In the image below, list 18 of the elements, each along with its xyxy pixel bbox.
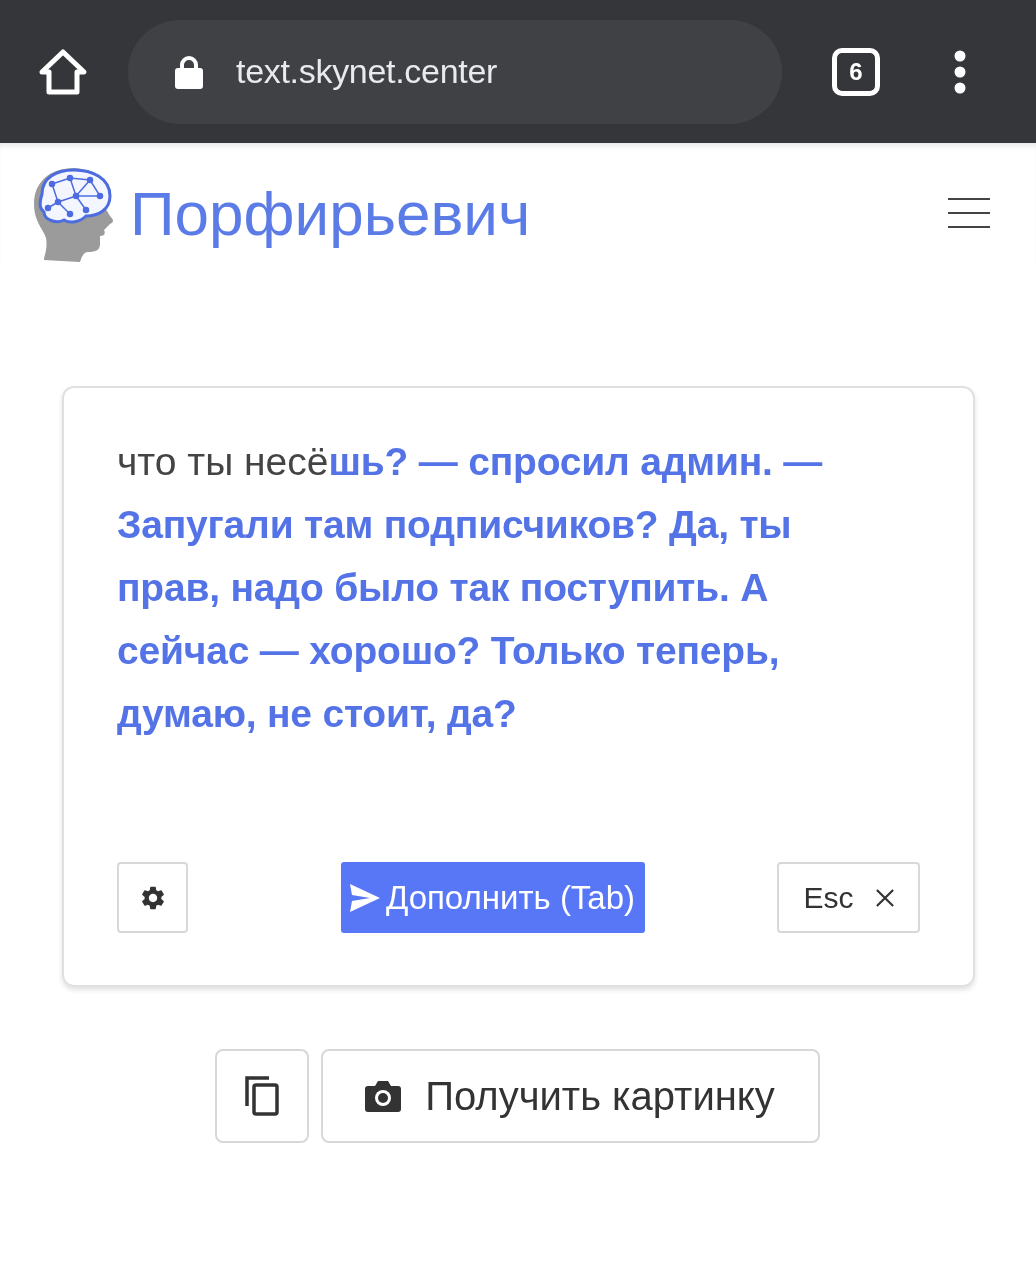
copy-icon (244, 1076, 279, 1116)
site-title[interactable]: Порфирьевич (130, 177, 531, 249)
copy-button[interactable] (214, 1049, 309, 1143)
menu-icon[interactable] (948, 198, 990, 228)
lock-icon (174, 54, 204, 89)
address-bar[interactable]: text.skynet.center (128, 19, 782, 124)
text-editor[interactable]: что ты несёшь? — спросил админ. — Запугали там подписчиков? Да, ты прав, надо было так поступить. А сейчас — хорошо? Только теперь, думаю, не стоит, да? (117, 430, 920, 862)
send-icon (349, 883, 380, 912)
url-text: text.skynet.center (236, 52, 498, 91)
settings-button[interactable] (117, 862, 188, 933)
tab-count-button[interactable]: 6 (832, 47, 880, 96)
complete-button[interactable]: Дополнить (Tab) (340, 862, 645, 933)
menu-icon[interactable] (954, 49, 966, 94)
home-icon[interactable] (38, 47, 88, 96)
camera-icon (365, 1080, 402, 1112)
cancel-button[interactable]: Esc (777, 862, 920, 933)
close-icon (875, 888, 894, 907)
get-image-button[interactable]: Получить картинку (320, 1049, 820, 1143)
